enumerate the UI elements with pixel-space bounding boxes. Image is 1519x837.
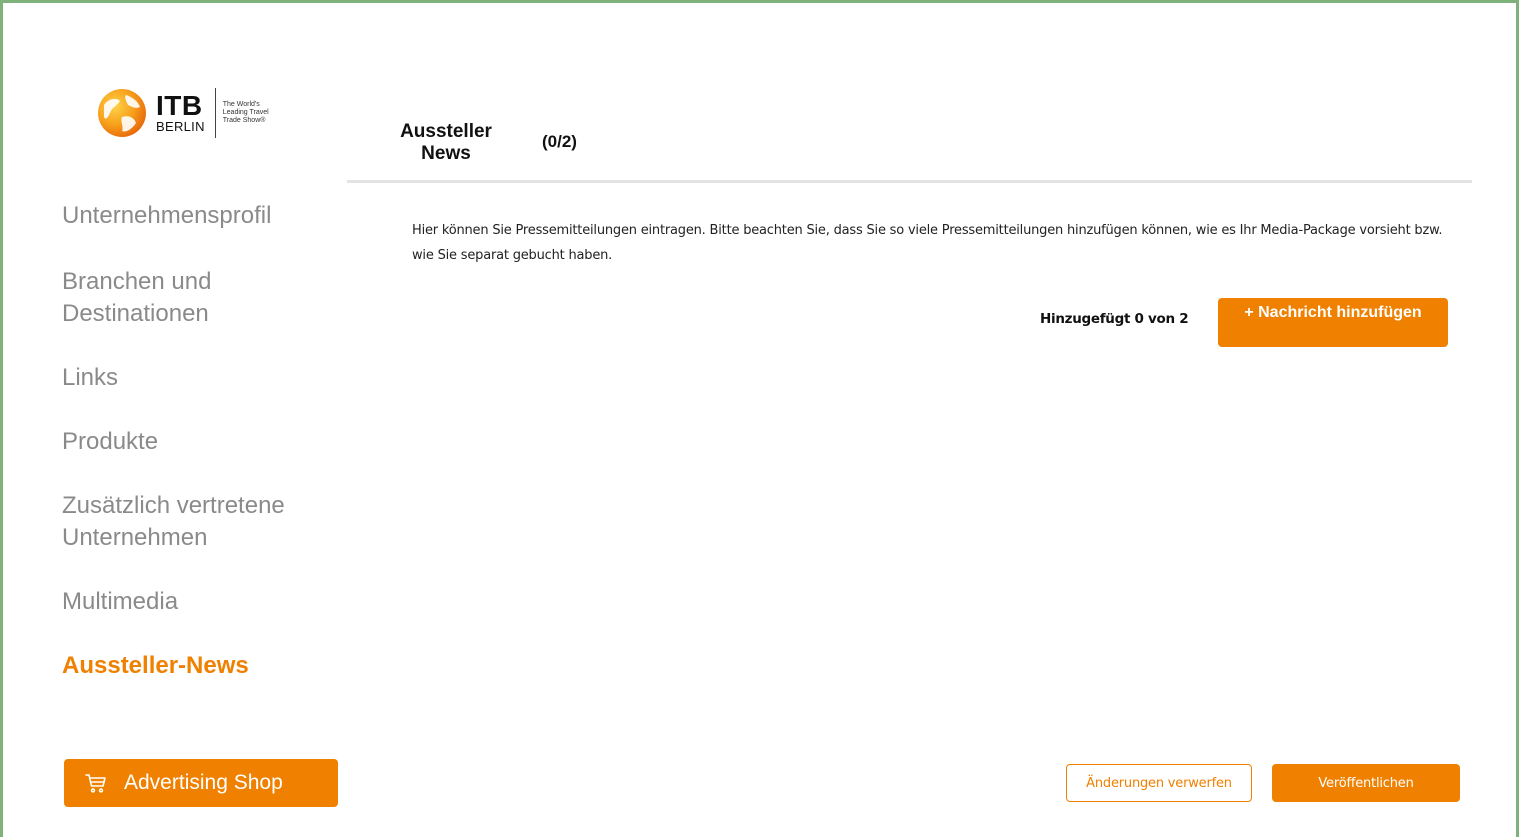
advertising-shop-label: Advertising Shop [124,771,283,794]
advertising-shop-button[interactable]: Advertising Shop [64,759,338,807]
logo-brand: ITB [156,89,203,121]
globe-icon [98,89,146,137]
logo-city: BERLIN [156,118,205,134]
header-divider [347,180,1472,183]
sidebar-item-links[interactable]: Links [62,362,332,394]
logo-wordmark: ITB BERLIN [156,89,205,134]
sidebar-item-unternehmensprofil[interactable]: Unternehmensprofil [62,200,332,232]
sidebar-item-zusaetzliche-unternehmen[interactable]: Zusätzlich vertretene Unternehmen [62,490,332,554]
logo-divider [214,88,216,138]
added-count-text: Hinzugefügt 0 von 2 [1040,311,1189,327]
logo-tagline: The World's Leading Travel Trade Show® [222,101,269,124]
sidebar-item-multimedia[interactable]: Multimedia [62,586,332,618]
sidebar-item-branchen[interactable]: Branchen und Destinationen [62,266,332,330]
itb-logo[interactable]: ITB BERLIN The World's Leading Travel Tr… [96,86,283,140]
news-count-badge: (0/2) [542,132,577,151]
cart-icon [85,774,106,793]
page-title: Aussteller News [400,121,492,164]
sidebar-item-produkte[interactable]: Produkte [62,426,332,458]
sidebar-item-aussteller-news[interactable]: Aussteller-News [62,650,332,682]
add-news-button[interactable]: + Nachricht hinzufügen [1218,298,1448,347]
discard-changes-button[interactable]: Änderungen verwerfen [1066,764,1252,802]
publish-button[interactable]: Veröffentlichen [1272,764,1460,802]
description-text: Hier können Sie Pressemitteilungen eintr… [412,223,1443,263]
